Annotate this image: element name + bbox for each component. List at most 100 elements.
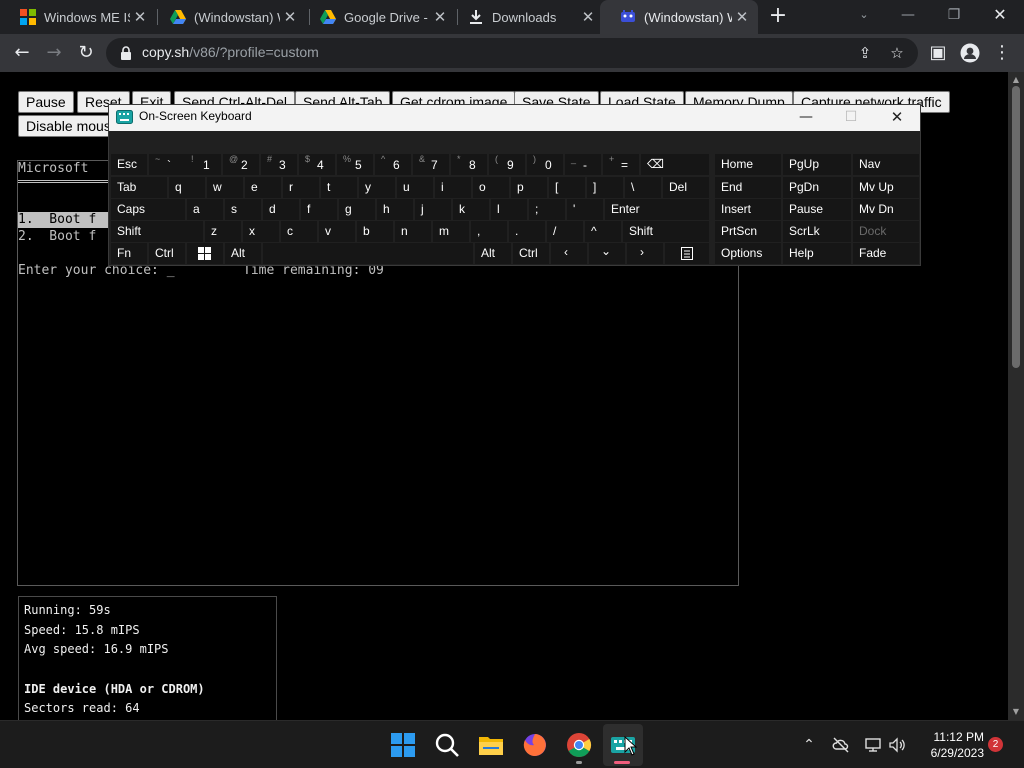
osk-key-row2-11[interactable]: [ — [549, 177, 585, 198]
osk-key-del[interactable]: Del — [663, 177, 709, 198]
osk-key-row1-1[interactable]: ~ ` — [149, 154, 185, 175]
osk-key-caps[interactable]: Caps — [111, 199, 185, 220]
tab-downloads[interactable]: Downloads ✕ — [448, 0, 604, 34]
osk-key-prtscn[interactable]: PrtScn — [715, 221, 781, 242]
osk-key-row2-10[interactable]: p — [511, 177, 547, 198]
osk-key-down-arrow[interactable]: ⌄ — [589, 243, 625, 264]
osk-key-alt-right[interactable]: Alt — [475, 243, 511, 264]
osk-key-row4-4[interactable]: v — [319, 221, 355, 242]
osk-key-row2-2[interactable]: w — [207, 177, 243, 198]
url-text[interactable]: copy.sh/v86/?profile=custom — [142, 44, 319, 60]
scroll-up-arrow-icon[interactable]: ▲ — [1008, 74, 1024, 86]
osk-key-row1-12[interactable]: _ - — [565, 154, 601, 175]
osk-key-row4-1[interactable]: z — [205, 221, 241, 242]
osk-key-row1-3[interactable]: @2 — [223, 154, 259, 175]
tab-google-drive[interactable]: Google Drive - Y ✕ — [300, 0, 456, 34]
bookmark-star-icon[interactable]: ☆ — [886, 42, 908, 64]
osk-key-dock[interactable]: Dock — [853, 221, 919, 242]
osk-key-row3-1[interactable]: a — [187, 199, 223, 220]
osk-key-mv-up[interactable]: Mv Up — [853, 177, 919, 198]
network-icon[interactable] — [864, 736, 882, 754]
osk-key-esc[interactable]: Esc — [111, 154, 147, 175]
osk-key-fade[interactable]: Fade — [853, 243, 919, 264]
osk-key-help[interactable]: Help — [783, 243, 851, 264]
osk-key-options[interactable]: Options — [715, 243, 781, 264]
osk-key-nav[interactable]: Nav — [853, 154, 919, 175]
close-icon[interactable]: ✕ — [130, 8, 150, 26]
scroll-down-arrow-icon[interactable]: ▼ — [1008, 706, 1024, 718]
osk-key-row4-8[interactable]: , — [471, 221, 507, 242]
osk-key-space[interactable] — [263, 243, 473, 264]
osk-key-row1-7[interactable]: ^ 6 — [375, 154, 411, 175]
tab-search-icon[interactable]: ⌄ — [842, 0, 886, 30]
osk-key-end[interactable]: End — [715, 177, 781, 198]
osk-key-row1-8[interactable]: & 7 — [413, 154, 449, 175]
tab-windowstan-active[interactable]: (Windowstan) W ✕ — [600, 0, 758, 34]
osk-key-row4-2[interactable]: x — [243, 221, 279, 242]
osk-key-shift-left[interactable]: Shift — [111, 221, 203, 242]
osk-key-row3-6[interactable]: h — [377, 199, 413, 220]
osk-key-pause[interactable]: Pause — [783, 199, 851, 220]
osk-key-enter[interactable]: Enter — [605, 199, 709, 220]
volume-icon[interactable] — [888, 736, 906, 754]
menu-kebab-icon[interactable]: ⋮ — [990, 40, 1014, 66]
osk-key-alt-left[interactable]: Alt — [225, 243, 261, 264]
close-icon[interactable]: ✕ — [280, 8, 300, 26]
share-icon[interactable]: ⇪ — [854, 42, 876, 64]
osk-key-row3-8[interactable]: k — [453, 199, 489, 220]
osk-key-row3-11[interactable]: ' — [567, 199, 603, 220]
osk-key-menu[interactable] — [665, 243, 709, 264]
osk-key-windows[interactable] — [187, 243, 223, 264]
osk-key-row4-10[interactable]: / — [547, 221, 583, 242]
osk-key-row4-9[interactable]: . — [509, 221, 545, 242]
osk-key-home[interactable]: Home — [715, 154, 781, 175]
osk-key-ctrl-left[interactable]: Ctrl — [149, 243, 185, 264]
close-icon[interactable]: ✕ — [578, 8, 598, 26]
osk-key-row4-6[interactable]: n — [395, 221, 431, 242]
osk-key-left-arrow[interactable]: ‹ — [551, 243, 587, 264]
osk-key-tab[interactable]: Tab — [111, 177, 167, 198]
close-icon[interactable]: ✕ — [430, 8, 450, 26]
address-bar[interactable]: copy.sh/v86/?profile=custom ⇪ ☆ — [106, 38, 918, 68]
osk-key-row2-3[interactable]: e — [245, 177, 281, 198]
firefox-icon[interactable] — [521, 731, 549, 759]
start-windows-icon[interactable] — [389, 731, 417, 759]
new-tab-button[interactable]: + — [766, 4, 790, 28]
osk-titlebar[interactable]: On-Screen Keyboard — ☐ ✕ — [109, 105, 920, 131]
osk-key-row1-11[interactable]: ) 0 — [527, 154, 563, 175]
osk-key-ctrl-right[interactable]: Ctrl — [513, 243, 549, 264]
osk-key-fn[interactable]: Fn — [111, 243, 147, 264]
osk-key-row2-5[interactable]: t — [321, 177, 357, 198]
chrome-icon[interactable] — [565, 731, 593, 759]
forward-button[interactable]: → — [40, 40, 68, 66]
osk-key-row4-7[interactable]: m — [433, 221, 469, 242]
osk-close-button[interactable]: ✕ — [877, 105, 917, 131]
osk-key-row1-4[interactable]: #3 — [261, 154, 297, 175]
osk-key-row2-4[interactable]: r — [283, 177, 319, 198]
reload-button[interactable]: ↻ — [72, 40, 100, 66]
osk-key-row3-9[interactable]: l — [491, 199, 527, 220]
tab-windows-me-iso[interactable]: Windows ME ISO ✕ — [0, 0, 156, 34]
osk-key-row1-5[interactable]: $4 — [299, 154, 335, 175]
osk-key-row2-6[interactable]: y — [359, 177, 395, 198]
page-scrollbar[interactable]: ▲ ▼ — [1008, 72, 1024, 720]
show-hidden-icons-chevron-icon[interactable]: ⌃ — [799, 735, 819, 755]
osk-key-pgdn[interactable]: PgDn — [783, 177, 851, 198]
osk-key-row1-13[interactable]: + = — [603, 154, 639, 175]
osk-key-scrlk[interactable]: ScrLk — [783, 221, 851, 242]
osk-key-row4-3[interactable]: c — [281, 221, 317, 242]
close-window-button[interactable]: ✕ — [978, 0, 1022, 30]
profile-avatar-icon[interactable] — [956, 40, 984, 66]
osk-key-row3-10[interactable]: ; — [529, 199, 565, 220]
close-icon[interactable]: ✕ — [732, 8, 752, 26]
osk-key-row3-2[interactable]: s — [225, 199, 261, 220]
onedrive-offline-icon[interactable] — [832, 736, 850, 754]
osk-key-row1-9[interactable]: * 8 — [451, 154, 487, 175]
back-button[interactable]: ← — [8, 40, 36, 66]
osk-minimize-button[interactable]: — — [786, 105, 826, 131]
osk-key-row2-13[interactable]: \ — [625, 177, 661, 198]
osk-key-row4-5[interactable]: b — [357, 221, 393, 242]
scrollbar-thumb[interactable] — [1012, 86, 1020, 368]
system-clock[interactable]: 11:12 PM 6/29/2023 — [918, 729, 984, 761]
lock-icon[interactable] — [118, 45, 134, 61]
